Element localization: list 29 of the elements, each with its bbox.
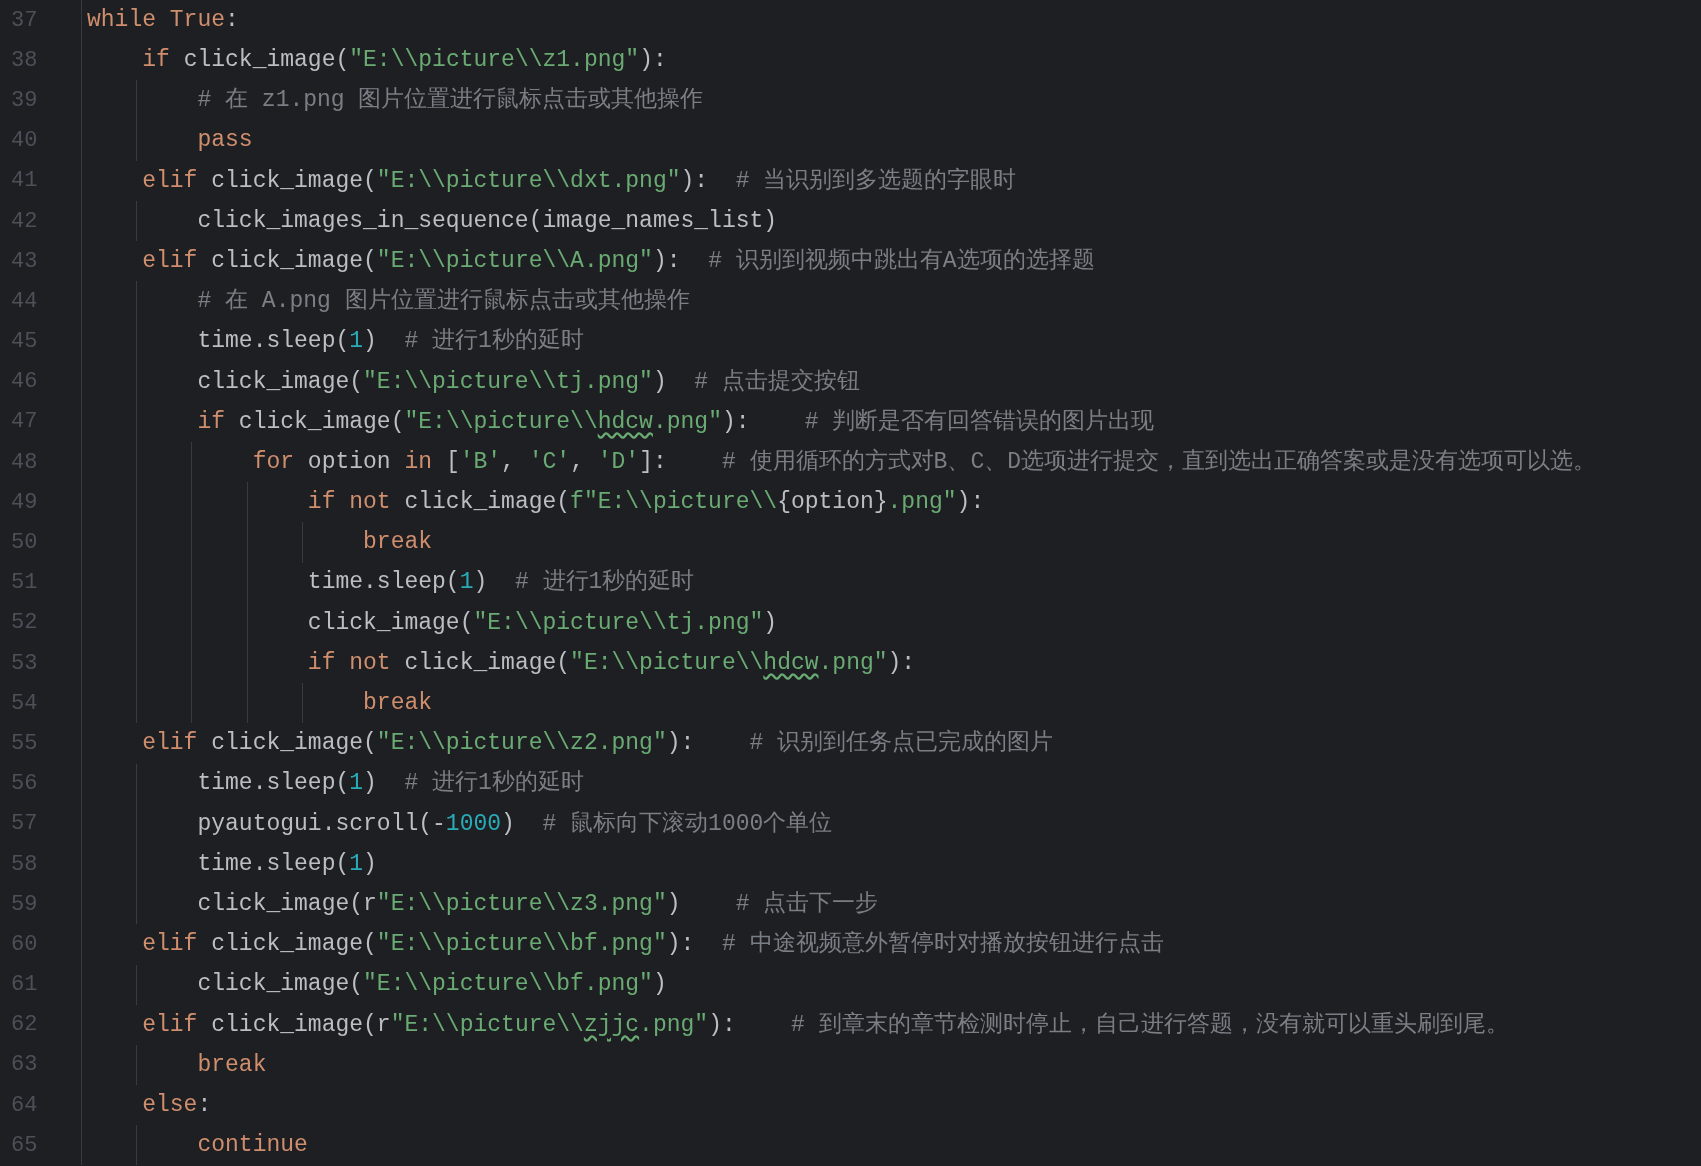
code-line: else: — [141, 1090, 212, 1120]
code-line: time.sleep(1) — [196, 849, 377, 879]
code-line: break — [362, 689, 433, 719]
code-line: elif click_image("E:\\picture\\bf.png"): # 中途视频意外暂停时对播放按钮进行点击 — [141, 930, 1164, 960]
code-line: for option in ['B', 'C', 'D']: # 使用循环的方式对B、C、D选项进行提交，直到选出正确答案或是没有选项可以选。 — [251, 447, 1596, 477]
code-line: if click_image("E:\\picture\\hdcw.png"): # 判断是否有回答错误的图片出现 — [196, 407, 1155, 437]
code-line: break — [196, 1050, 267, 1080]
code-line: pass — [196, 126, 253, 156]
code-line: time.sleep(1) # 进行1秒的延时 — [196, 769, 584, 799]
code-line: click_image("E:\\picture\\tj.png") — [306, 608, 778, 638]
code-line: # 在 z1.png 图片位置进行鼠标点击或其他操作 — [196, 86, 704, 116]
code-line: elif click_image(r"E:\\picture\\zjjc.png"): # 到章末的章节检测时停止，自己进行答题，没有就可以重头刷到尾。 — [141, 1010, 1509, 1040]
code-line: break — [362, 528, 433, 558]
code-line: elif click_image("E:\\picture\\z2.png"): # 识别到任务点已完成的图片 — [141, 728, 1054, 759]
code-line: elif click_image("E:\\picture\\dxt.png"): # 当识别到多选题的字眼时 — [141, 166, 1017, 196]
code-line: pyautogui.scroll(-1000) # 鼠标向下滚动1000个单位 — [196, 809, 833, 839]
code-line: # 在 A.png 图片位置进行鼠标点击或其他操作 — [196, 287, 690, 317]
code-line: continue — [196, 1131, 308, 1161]
code-line: while True: — [87, 5, 239, 35]
code-line: time.sleep(1) # 进行1秒的延时 — [196, 327, 584, 357]
code-line: click_images_in_sequence(image_names_list) — [196, 206, 778, 236]
code-line: if click_image("E:\\picture\\z1.png"): — [141, 46, 667, 76]
code-line: elif click_image("E:\\picture\\A.png"): # 识别到视频中跳出有A选项的选择题 — [141, 246, 1095, 276]
code-line: time.sleep(1) # 进行1秒的延时 — [306, 568, 695, 598]
code-line: click_image(r"E:\\picture\\z3.png") # 点击下一步 — [196, 889, 879, 919]
code-line: click_image("E:\\picture\\tj.png") # 点击提交按钮 — [196, 367, 860, 397]
code-line: if not click_image("E:\\picture\\hdcw.png"): — [306, 648, 916, 678]
code-line: click_image("E:\\picture\\bf.png") — [196, 970, 667, 1000]
code-line: if not click_image(f"E:\\picture\\{option}.png"): — [306, 488, 985, 518]
